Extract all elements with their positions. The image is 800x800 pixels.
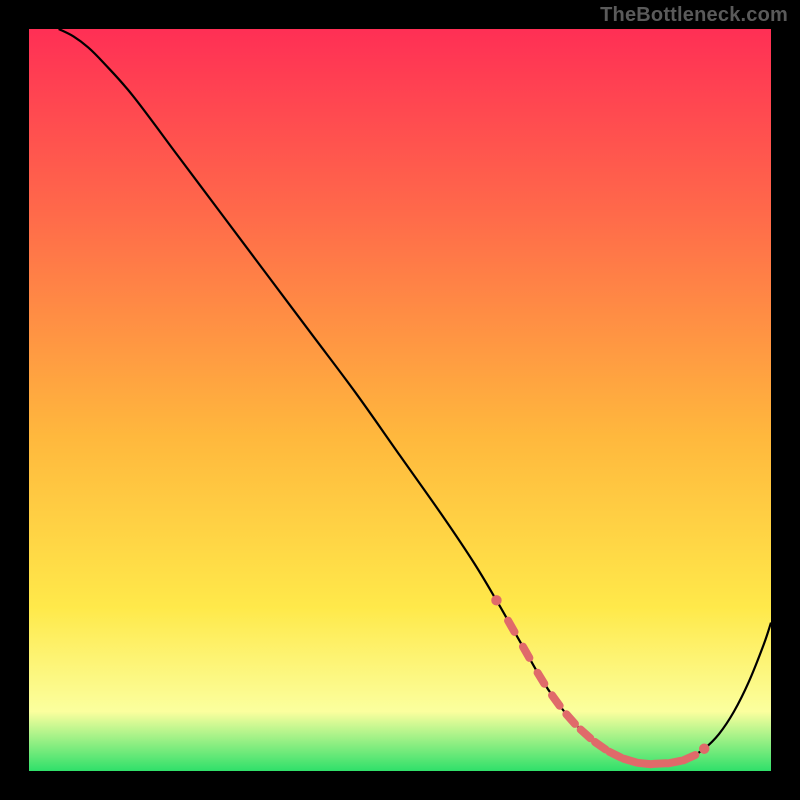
bottleneck-curve — [59, 29, 771, 764]
valley-marker-cap — [491, 595, 501, 605]
valley-marker-dash — [566, 714, 575, 724]
valley-marker-dash — [624, 759, 636, 763]
valley-marker-cap — [699, 744, 709, 754]
valley-marker-dash — [683, 755, 695, 760]
valley-marker-dash — [595, 742, 606, 749]
valley-markers — [491, 595, 709, 764]
attribution-text: TheBottleneck.com — [600, 4, 788, 27]
valley-marker-dash — [552, 695, 560, 706]
valley-marker-dash — [609, 752, 621, 758]
valley-marker-dash — [538, 673, 545, 684]
chart-plot-area — [29, 29, 771, 771]
chart-stage: TheBottleneck.com — [0, 0, 800, 800]
valley-marker-dash — [581, 730, 591, 739]
valley-marker-dash — [523, 647, 529, 658]
chart-overlay-svg — [29, 29, 771, 771]
valley-marker-dash — [508, 621, 514, 632]
valley-marker-dash — [668, 761, 681, 764]
